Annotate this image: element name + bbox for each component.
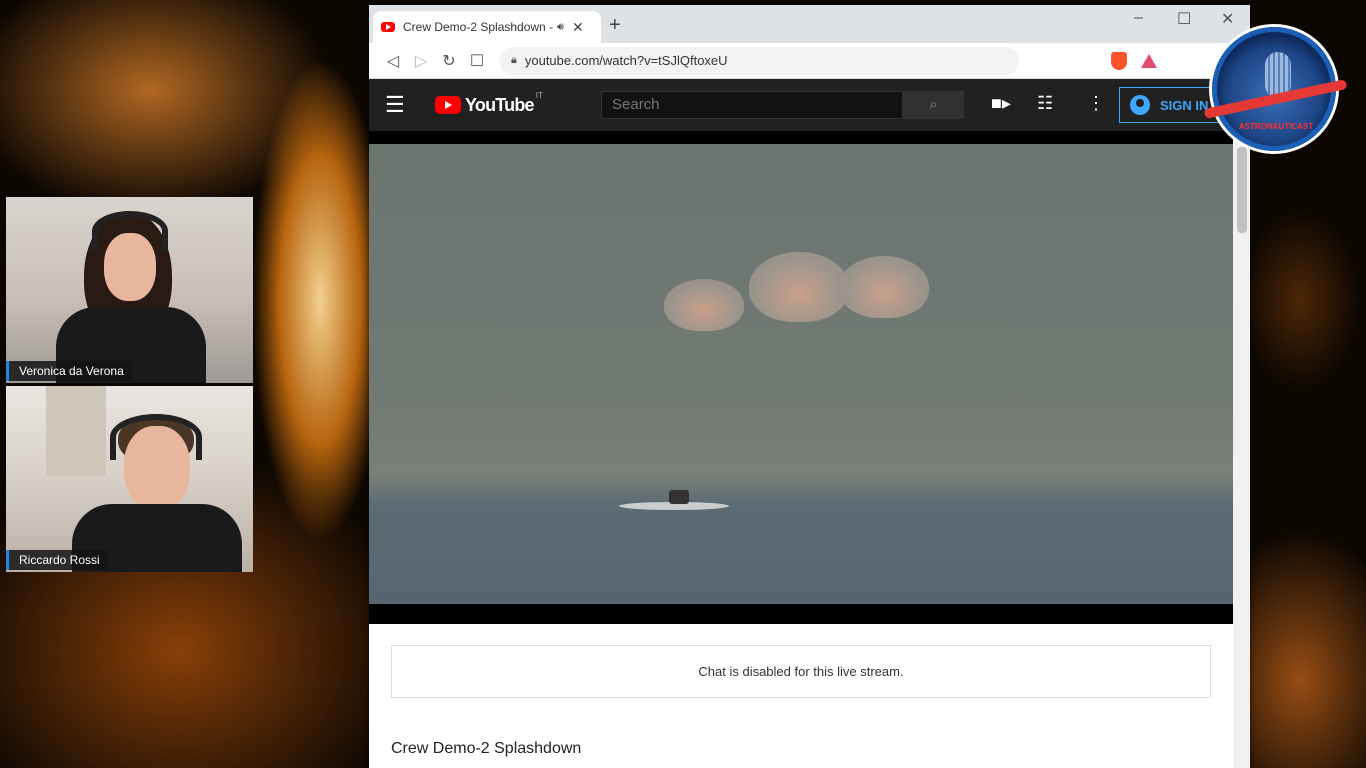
- parachute: [749, 252, 849, 322]
- brave-rewards-icon[interactable]: [1141, 53, 1158, 68]
- participant-video: [6, 386, 253, 572]
- browser-window: Crew Demo-2 Splashdown - Y 🔊︎ ✕ + – ☐ ✕ …: [369, 5, 1250, 768]
- maximize-icon[interactable]: ☐: [1177, 9, 1191, 29]
- browser-tab[interactable]: Crew Demo-2 Splashdown - Y 🔊︎ ✕: [373, 11, 601, 43]
- browser-toolbar: ◁ ▷ ↻ ☐ 🔒︎ youtube.com/watch?v=tSJlQftox…: [369, 43, 1250, 79]
- youtube-logo-text: YouTube: [465, 94, 535, 115]
- parachute: [664, 279, 744, 331]
- video-title: Crew Demo-2 Splashdown: [391, 740, 582, 757]
- reload-icon[interactable]: ↻: [435, 51, 463, 71]
- youtube-region-code: IT: [535, 90, 543, 100]
- search-input[interactable]: Search: [601, 91, 903, 119]
- back-arrow-icon[interactable]: ◁: [379, 51, 407, 71]
- participant-name-label: Veronica da Verona: [6, 361, 132, 381]
- menu-icon[interactable]: ☰: [385, 92, 421, 118]
- speaker-icon[interactable]: 🔊︎: [557, 21, 564, 34]
- youtube-header: ☰ YouTube IT Search ⌕ ■▸ ☷ ⋮ SIGN IN: [369, 79, 1250, 131]
- close-tab-icon[interactable]: ✕: [572, 19, 584, 36]
- account-icon: [1130, 95, 1150, 115]
- participant-video-tile: Veronica da Verona: [6, 197, 253, 383]
- youtube-logo[interactable]: YouTube IT: [435, 91, 543, 116]
- capsule: [669, 490, 689, 504]
- create-video-icon[interactable]: ■▸: [991, 93, 1011, 114]
- podcast-logo-text: ASTRONAUTICAST: [1238, 122, 1314, 131]
- address-bar-url: youtube.com/watch?v=tSJlQftoxeU: [524, 53, 728, 68]
- forward-arrow-icon[interactable]: ▷: [407, 51, 435, 71]
- minimize-icon[interactable]: –: [1134, 9, 1143, 27]
- scrollbar-thumb[interactable]: [1237, 147, 1247, 233]
- chat-disabled-message: Chat is disabled for this live stream.: [698, 664, 904, 679]
- apps-grid-icon[interactable]: ☷: [1037, 93, 1053, 114]
- search-icon: ⌕: [929, 96, 938, 113]
- search-button[interactable]: ⌕: [903, 91, 964, 119]
- participant-name-label: Riccardo Rossi: [6, 550, 108, 570]
- lock-icon: 🔒︎: [511, 54, 517, 66]
- tab-title: Crew Demo-2 Splashdown - Y: [403, 20, 553, 34]
- close-window-icon[interactable]: ✕: [1221, 9, 1234, 29]
- chat-panel: Chat is disabled for this live stream.: [391, 645, 1211, 698]
- podcast-logo: ASTRONAUTICAST: [1203, 27, 1348, 151]
- brave-shield-icon[interactable]: [1111, 51, 1128, 70]
- video-frame[interactable]: [369, 144, 1233, 604]
- browser-titlebar: Crew Demo-2 Splashdown - Y 🔊︎ ✕ + – ☐ ✕: [369, 5, 1250, 43]
- youtube-favicon-icon: [381, 22, 395, 32]
- address-bar[interactable]: 🔒︎ youtube.com/watch?v=tSJlQftoxeU: [499, 46, 1019, 75]
- parachute: [839, 256, 929, 318]
- sign-in-label: SIGN IN: [1160, 97, 1209, 113]
- new-tab-button[interactable]: +: [609, 15, 621, 35]
- participant-video: [6, 197, 253, 383]
- more-options-icon[interactable]: ⋮: [1087, 93, 1105, 114]
- bookmark-icon[interactable]: ☐: [463, 51, 491, 71]
- video-player[interactable]: [369, 131, 1233, 624]
- youtube-play-icon: [435, 96, 461, 114]
- participant-video-tile: Riccardo Rossi: [6, 386, 253, 572]
